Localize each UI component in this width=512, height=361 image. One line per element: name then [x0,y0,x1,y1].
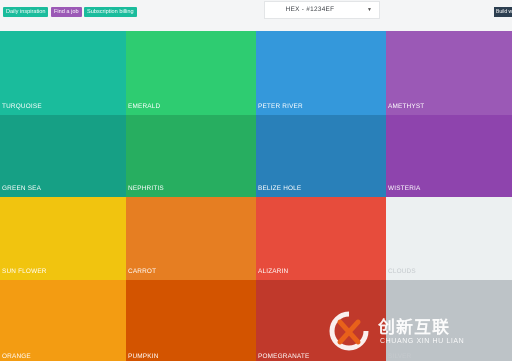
color-name: TURQUOISE [2,103,42,110]
color-swatch-wisteria[interactable]: WISTERIA [386,115,512,197]
color-name: ORANGE [2,353,31,360]
color-name: CLOUDS [388,268,416,275]
color-name: GREEN SEA [2,185,42,192]
color-swatch-clouds[interactable]: CLOUDS [386,197,512,280]
color-name: NEPHRITIS [128,185,164,192]
color-swatch-orange[interactable]: ORANGE [0,280,126,361]
watermark-english-text: CHUANG XIN HU LIAN [380,338,465,345]
top-bar: Daily inspiration Find a job Subscriptio… [0,0,512,31]
color-swatch-amethyst[interactable]: AMETHYST [386,31,512,115]
daily-inspiration-tag[interactable]: Daily inspiration [3,7,49,17]
color-swatch-alizarin[interactable]: ALIZARIN [256,197,386,280]
watermark-chinese-text: 创新互联 [378,318,450,337]
color-swatch-emerald[interactable]: EMERALD [126,31,256,115]
find-a-job-tag[interactable]: Find a job [51,7,82,17]
color-swatch-turquoise[interactable]: TURQUOISE [0,31,126,115]
color-swatch-belize-hole[interactable]: BELIZE HOLE [256,115,386,197]
watermark: 创新互联 CHUANG XIN HU LIAN [328,310,512,361]
color-name: CARROT [128,268,157,275]
color-name: PETER RIVER [258,103,303,110]
color-format-select[interactable]: HEX - #1234EF ▼ [264,1,380,19]
color-swatch-peter-river[interactable]: PETER RIVER [256,31,386,115]
color-swatch-nephritis[interactable]: NEPHRITIS [126,115,256,197]
chevron-down-icon[interactable]: ▼ [367,2,372,18]
color-swatch-pumpkin[interactable]: PUMPKIN [126,280,256,361]
build-button[interactable]: Build w [494,7,512,17]
color-swatch-carrot[interactable]: CARROT [126,197,256,280]
color-name: EMERALD [128,103,161,110]
color-name: ALIZARIN [258,268,289,275]
watermark-logo-icon [329,311,369,351]
color-name: AMETHYST [388,103,425,110]
color-swatch-sun-flower[interactable]: SUN FLOWER [0,197,126,280]
color-name: BELIZE HOLE [258,185,302,192]
subscription-billing-tag[interactable]: Subscription billing [84,7,137,17]
color-name: WISTERIA [388,185,421,192]
color-name: POMEGRANATE [258,353,310,360]
color-format-value: HEX - #1234EF [285,6,335,13]
color-swatch-green-sea[interactable]: GREEN SEA [0,115,126,197]
color-name: PUMPKIN [128,353,159,360]
color-name: SUN FLOWER [2,268,47,275]
